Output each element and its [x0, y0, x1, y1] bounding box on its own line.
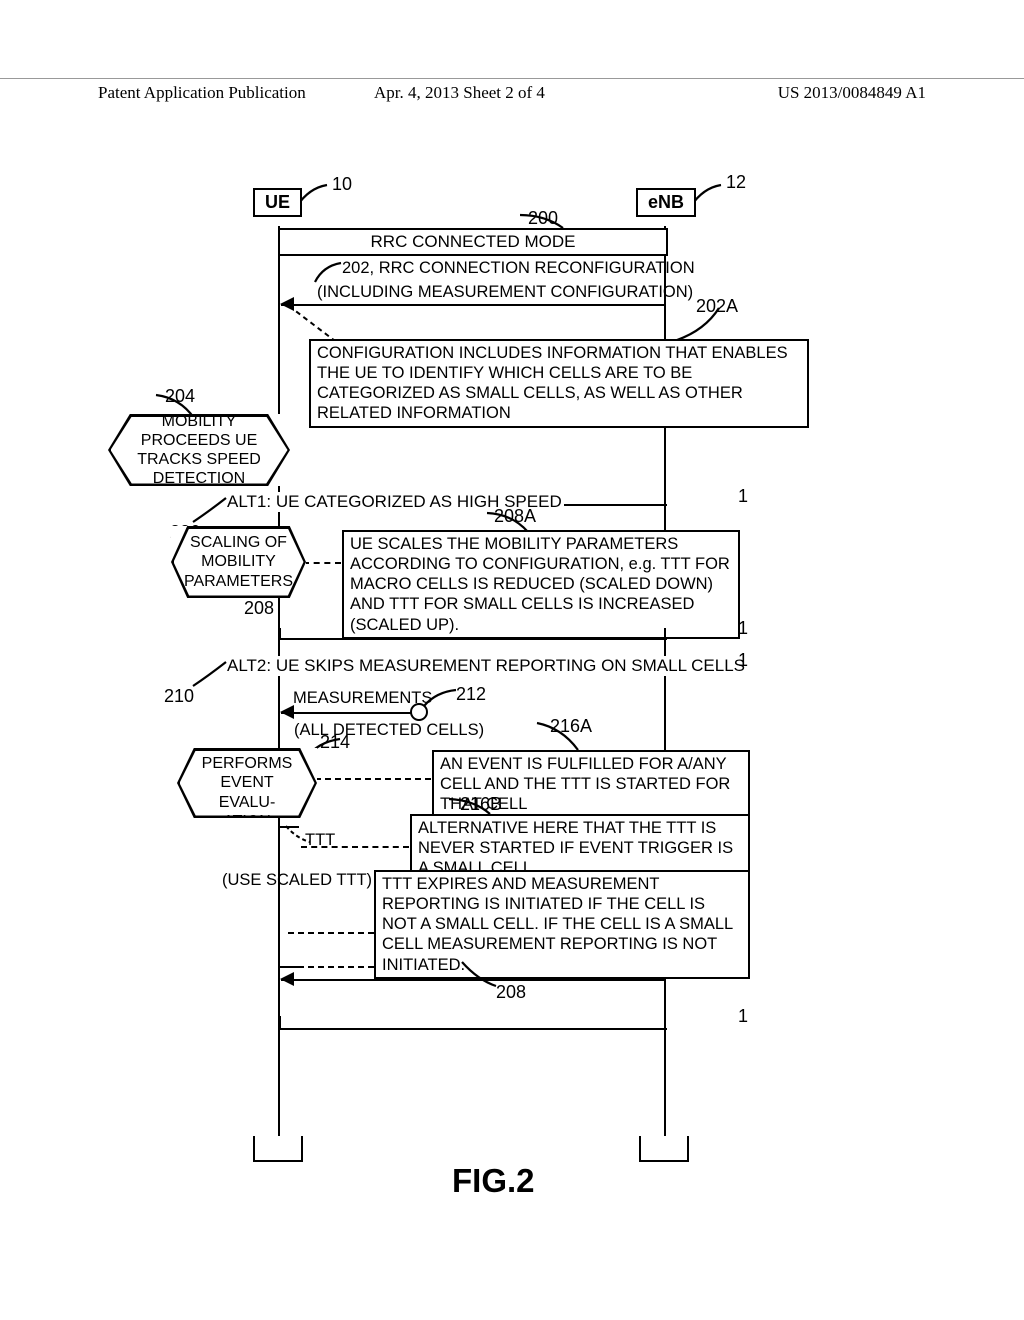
header-mid: Apr. 4, 2013 Sheet 2 of 4 [374, 83, 650, 103]
hex-214: UE PERFORMS EVENT EVALU- ATION [177, 748, 317, 818]
alt2-end [279, 1028, 667, 1030]
ref-208b: 208 [496, 982, 526, 1003]
alt1-end-tick-l [279, 628, 281, 638]
ttt-tick-bottom [279, 966, 299, 968]
dash-208 [303, 562, 341, 564]
page-header: Patent Application Publication Apr. 4, 2… [0, 78, 1024, 103]
sequence-diagram: UE eNB 10 12 200 RRC CONNECTED MODE 202,… [120, 168, 920, 1168]
arrow-measurements-head [280, 705, 294, 719]
note-216b-text: ALTERNATIVE HERE THAT THE TTT IS NEVER S… [418, 819, 733, 877]
msg-202: 202, RRC CONNECTION RECONFIGURATION [342, 258, 695, 279]
ue-lifeline [278, 226, 280, 1136]
alt1-end [279, 638, 667, 640]
one-4: 1 [738, 1006, 748, 1027]
header-right: US 2013/0084849 A1 [650, 83, 926, 103]
ref-10: 10 [332, 174, 352, 195]
note-208b: TTT EXPIRES AND MEASUREMENT REPORTING IS… [374, 870, 750, 979]
leader-210 [190, 660, 230, 690]
header-left: Patent Application Publication [98, 83, 374, 103]
hex-208: SCALING OF MOBILITY PARAMETERS [171, 526, 306, 598]
arrow-bottom [281, 979, 665, 981]
rrc-connected-mode: RRC CONNECTED MODE [278, 228, 668, 256]
ref-216a: 216A [550, 716, 592, 737]
ref-212: 212 [456, 684, 486, 705]
ref-214: 214 [320, 732, 350, 753]
actor-enb-end [639, 1136, 689, 1162]
alt1-tick-r [664, 504, 666, 516]
actor-ue-end [253, 1136, 303, 1162]
note-202a-text: CONFIGURATION INCLUDES INFORMATION THAT … [317, 344, 788, 422]
ref-202a: 202A [696, 296, 738, 317]
use-scaled-ttt: (USE SCALED TTT) [222, 870, 372, 891]
note-208a-text: UE SCALES THE MOBILITY PARAMETERS ACCORD… [350, 535, 730, 634]
leader-ttt [284, 824, 312, 844]
ref-200: 200 [528, 208, 558, 229]
actor-ue-label: UE [265, 192, 290, 213]
hex-204: MOBILITY PROCEEDS UE TRACKS SPEED DETECT… [108, 414, 290, 486]
ref-204: 204 [165, 386, 195, 407]
actor-enb-label: eNB [648, 192, 684, 213]
msg-202-incl: (INCLUDING MEASUREMENT CONFIGURATION) [317, 282, 693, 303]
arrow-bottom-head [280, 972, 294, 986]
dash-208b2 [298, 966, 374, 968]
one-3: 1 [738, 650, 748, 671]
alt2-end-tick-r [664, 1016, 666, 1028]
figure-label: FIG.2 [452, 1162, 535, 1200]
alt1-end-tick-r [664, 628, 666, 638]
dash-208b [288, 932, 374, 934]
ref-208a: 208A [494, 506, 536, 527]
hex-204-text: MOBILITY PROCEEDS UE TRACKS SPEED DETECT… [127, 412, 272, 489]
ref-208: 208 [244, 598, 274, 619]
ref-216b: 216B [460, 794, 502, 815]
arrow-measurements [281, 712, 411, 714]
actor-ue: UE [253, 188, 302, 217]
dash-216a [315, 778, 431, 780]
note-208a: UE SCALES THE MOBILITY PARAMETERS ACCORD… [342, 530, 740, 639]
leader-202 [313, 260, 343, 284]
alt2-end-tick-l [279, 1016, 281, 1028]
one-2: 1 [738, 618, 748, 639]
alt2-label: ALT2: UE SKIPS MEASUREMENT REPORTING ON … [225, 656, 747, 676]
ref-12: 12 [726, 172, 746, 193]
rrc-mode-label: RRC CONNECTED MODE [371, 232, 576, 251]
ref-210: 210 [164, 686, 194, 707]
note-202a: CONFIGURATION INCLUDES INFORMATION THAT … [309, 339, 809, 428]
one-1: 1 [738, 486, 748, 507]
leader-208b [460, 960, 500, 990]
hex-208-text: SCALING OF MOBILITY PARAMETERS [184, 533, 293, 591]
actor-enb: eNB [636, 188, 696, 217]
note-208b-text: TTT EXPIRES AND MEASUREMENT REPORTING IS… [382, 875, 733, 974]
measurements-label: MEASUREMENTS [293, 688, 432, 709]
